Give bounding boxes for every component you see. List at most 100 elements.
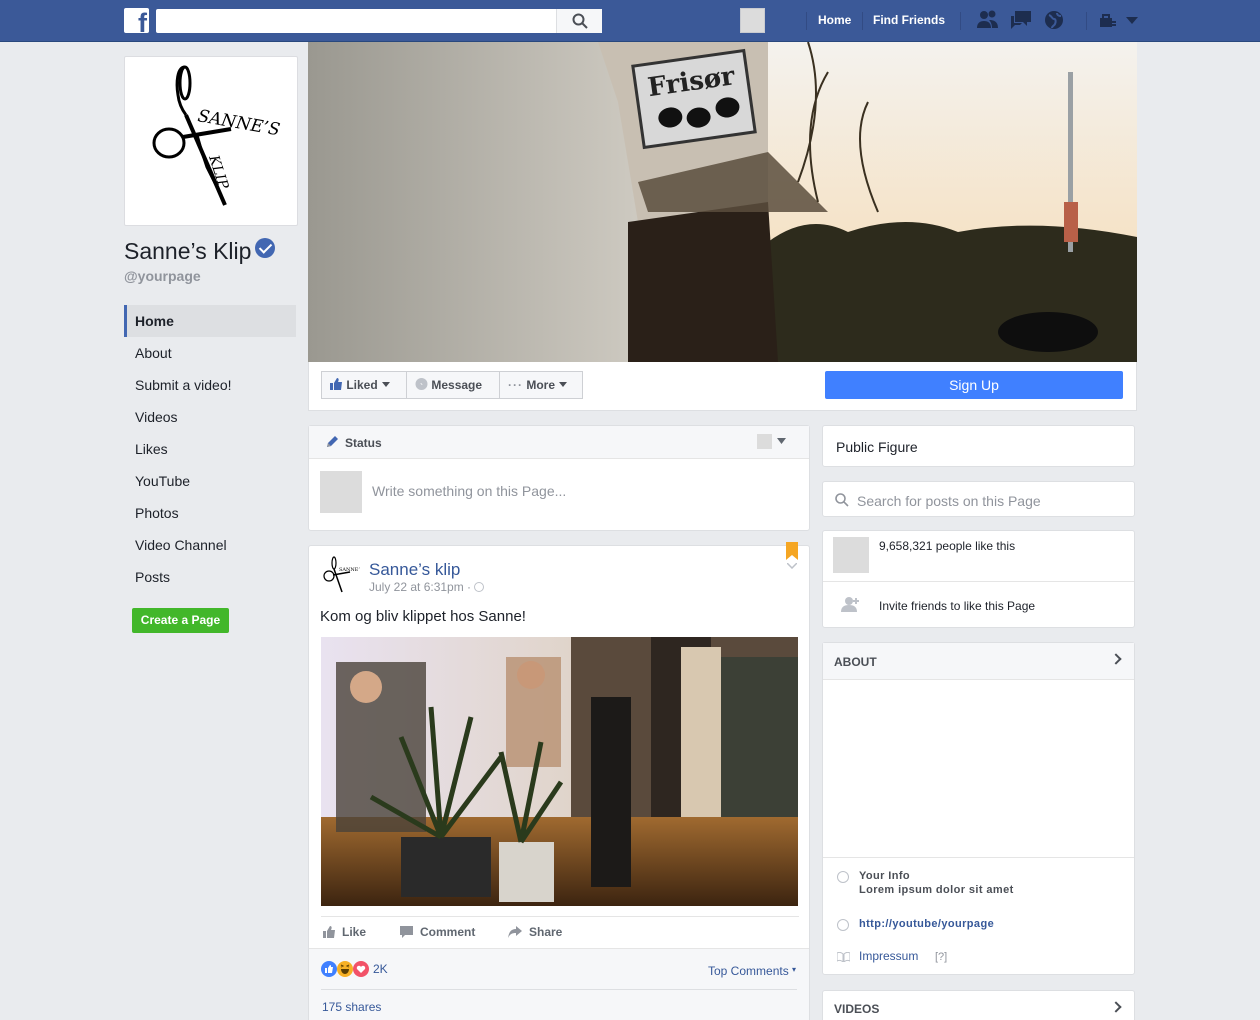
post-reactions-area: 2K Top Comments ▾ 175 shares: [309, 948, 809, 1020]
youtube-link[interactable]: http://youtube/yourpage: [859, 918, 994, 930]
about-section: ABOUT Your Info Lorem ipsum dolor sit am…: [822, 642, 1135, 975]
post-author-avatar[interactable]: SANNE’S: [320, 554, 360, 596]
sidebar-item-videos[interactable]: Videos: [124, 401, 296, 433]
account-menu-caret-icon[interactable]: [1126, 17, 1138, 25]
nav-home-link[interactable]: Home: [818, 13, 851, 27]
your-info-title: Your Info: [859, 870, 911, 882]
sidebar-item-youtube[interactable]: YouTube: [124, 465, 296, 497]
page-name-text: Sanne’s Klip: [124, 238, 252, 264]
divider: [823, 857, 1134, 858]
sidebar-item-posts[interactable]: Posts: [124, 561, 296, 593]
add-friend-icon: [841, 597, 859, 612]
page-post-search[interactable]: Search for posts on this Page: [822, 481, 1135, 517]
share-button[interactable]: Share: [529, 925, 562, 939]
reaction-count[interactable]: 2K: [373, 962, 388, 976]
profile-picture[interactable]: SANNE’S KLIP: [124, 56, 298, 226]
liked-button[interactable]: Liked: [321, 371, 407, 399]
about-header[interactable]: ABOUT: [823, 643, 1134, 680]
facebook-logo-icon[interactable]: f: [124, 8, 149, 33]
chevron-right-icon: [1110, 1001, 1122, 1013]
shares-count-link[interactable]: 175 shares: [322, 1000, 381, 1014]
logo-letter: f: [138, 8, 147, 34]
sidebar-item-submit-video[interactable]: Submit a video!: [124, 369, 296, 401]
post-author-link[interactable]: Sanne’s klip: [369, 560, 460, 580]
verified-badge-icon: [255, 238, 276, 258]
nav-find-friends-link[interactable]: Find Friends: [873, 13, 945, 27]
page-likes-count[interactable]: 9,658,321 people like this: [879, 539, 1015, 553]
impressum-link[interactable]: Impressum: [859, 949, 918, 963]
sidebar-item-about[interactable]: About: [124, 337, 296, 369]
chevron-down-icon[interactable]: [777, 438, 786, 444]
impressum-help-link[interactable]: [?]: [935, 951, 947, 963]
svg-text:SANNE’S: SANNE’S: [196, 106, 281, 140]
reaction-haha-icon[interactable]: [337, 961, 353, 977]
page-category-box: Public Figure: [822, 425, 1135, 467]
post-photo[interactable]: [321, 637, 798, 906]
share-arrow-icon: [508, 926, 522, 938]
composer-options-thumb[interactable]: [757, 434, 772, 449]
page-actions-bar: Liked Message ··· More Sign Up: [308, 362, 1137, 411]
thumbs-up-icon: [330, 378, 342, 390]
cover-photo-image: Frisør: [308, 42, 1137, 362]
videos-section[interactable]: VIDEOS: [822, 990, 1135, 1020]
notifications-globe-icon[interactable]: [1043, 9, 1065, 31]
friend-requests-icon[interactable]: [976, 9, 1000, 31]
search-icon: [835, 493, 849, 507]
comment-button[interactable]: Comment: [420, 925, 475, 939]
message-button[interactable]: Message: [406, 371, 500, 399]
composer-input[interactable]: Write something on this Page...: [372, 483, 566, 499]
sign-up-button[interactable]: Sign Up: [825, 371, 1123, 399]
sidebar-item-photos[interactable]: Photos: [124, 497, 296, 529]
nav-divider: [862, 12, 863, 30]
page-sidebar-nav: Home About Submit a video! Videos Likes …: [124, 305, 296, 593]
scissors-logo-icon: SANNE’S KLIP: [152, 65, 281, 206]
globe-icon: [474, 582, 485, 592]
website-globe-icon: [837, 919, 849, 931]
post-action-bar: Like Comment Share: [321, 916, 799, 948]
info-icon: [837, 871, 849, 883]
nav-divider: [806, 12, 807, 30]
user-avatar[interactable]: [740, 8, 765, 33]
post-timestamp[interactable]: July 22 at 6:31pm ·: [369, 580, 485, 594]
page-handle[interactable]: @yourpage: [124, 268, 201, 284]
likes-thumbnail: [833, 537, 869, 573]
sidebar-item-home[interactable]: Home: [124, 305, 296, 337]
reaction-love-icon[interactable]: [353, 961, 369, 977]
reaction-like-icon[interactable]: [321, 961, 337, 977]
messenger-icon: [415, 378, 428, 390]
chevron-down-icon: [381, 382, 390, 387]
messages-icon[interactable]: [1009, 9, 1033, 31]
your-info-text: Lorem ipsum dolor sit amet: [859, 884, 1014, 896]
search-button[interactable]: [556, 9, 602, 33]
feed-post: SANNE’S Sanne’s klip July 22 at 6:31pm ·…: [308, 542, 810, 1020]
status-tab[interactable]: Status: [345, 436, 382, 450]
videos-title: VIDEOS: [834, 1002, 880, 1016]
divider: [823, 581, 1134, 582]
chevron-down-icon: [559, 382, 568, 387]
sidebar-item-likes[interactable]: Likes: [124, 433, 296, 465]
global-search-input[interactable]: [156, 9, 602, 33]
sidebar-item-video-channel[interactable]: Video Channel: [124, 529, 296, 561]
top-comments-dropdown[interactable]: Top Comments ▾: [708, 964, 796, 978]
book-icon: [837, 952, 850, 962]
quick-help-icon[interactable]: [1099, 13, 1117, 29]
top-comments-label: Top Comments: [708, 964, 789, 978]
invite-friends-link[interactable]: Invite friends to like this Page: [879, 599, 1035, 613]
create-page-button[interactable]: Create a Page: [132, 608, 229, 633]
comment-icon: [400, 926, 413, 938]
like-button[interactable]: Like: [342, 925, 366, 939]
post-time-text: July 22 at 6:31pm ·: [369, 580, 472, 594]
like-thumb-icon: [323, 926, 335, 938]
post-menu-chevron-icon[interactable]: [787, 563, 797, 569]
nav-divider: [1086, 12, 1087, 30]
message-label: Message: [431, 378, 483, 392]
search-icon: [572, 13, 588, 29]
cover-photo[interactable]: Frisør: [308, 42, 1137, 362]
bookmark-icon[interactable]: [786, 542, 798, 560]
page-category[interactable]: Public Figure: [836, 439, 918, 455]
composer-header: Status: [309, 426, 809, 459]
page-title: Sanne’s Klip: [124, 238, 276, 265]
about-title: ABOUT: [834, 655, 877, 669]
more-button[interactable]: ··· More: [499, 371, 583, 399]
more-label: More: [526, 378, 556, 392]
